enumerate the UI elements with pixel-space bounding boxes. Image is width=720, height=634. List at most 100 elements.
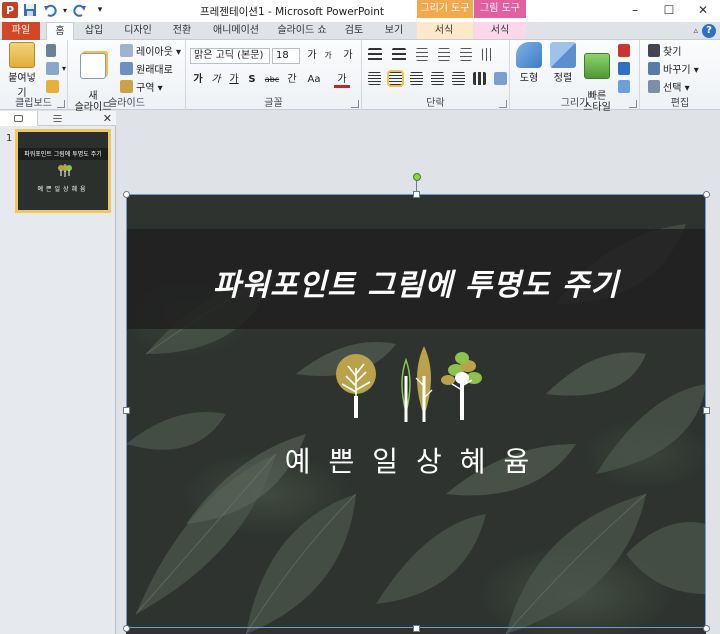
fill-bucket-icon xyxy=(618,44,630,57)
section-label: 구역 ▾ xyxy=(136,83,163,94)
resize-handle-left[interactable] xyxy=(123,407,130,414)
save-icon[interactable] xyxy=(22,2,38,18)
find-button[interactable]: 찾기 xyxy=(648,43,681,58)
tab-review[interactable]: 검토 xyxy=(340,22,368,40)
powerpoint-logo-icon[interactable]: P xyxy=(2,2,18,18)
bullets-icon[interactable] xyxy=(368,48,382,61)
smartart-icon[interactable] xyxy=(494,72,507,85)
decrease-indent-icon[interactable] xyxy=(416,48,428,61)
resize-handle-top-right[interactable] xyxy=(703,191,710,198)
undo-dropdown-icon[interactable]: ▾ xyxy=(62,2,68,18)
arrange-icon xyxy=(550,42,576,68)
reset-button[interactable]: 원래대로 xyxy=(120,61,173,76)
undo-icon[interactable] xyxy=(42,2,58,18)
rotation-handle-icon[interactable] xyxy=(413,173,421,181)
resize-handle-top-left[interactable] xyxy=(123,191,130,198)
clipboard-launcher-icon[interactable] xyxy=(57,100,65,108)
slide-title[interactable]: 파워포인트 그림에 투명도 주기 xyxy=(126,260,706,304)
tab-transitions[interactable]: 전환 xyxy=(168,22,196,40)
tab-picture-format[interactable]: 서식 xyxy=(486,22,514,40)
thumb-subtitle: 예쁜일상혜윰 xyxy=(37,186,89,193)
customize-qat-icon[interactable]: ▾ xyxy=(92,2,108,18)
font-launcher-icon[interactable] xyxy=(351,100,359,108)
clear-format-button[interactable]: 가 xyxy=(340,48,356,64)
paste-button[interactable]: 붙여넣기 xyxy=(4,42,40,99)
close-pane-icon[interactable]: ✕ xyxy=(103,111,112,126)
numbering-icon[interactable] xyxy=(392,48,406,61)
replace-icon xyxy=(648,62,660,75)
minimize-button[interactable]: – xyxy=(618,0,652,20)
justify-icon[interactable] xyxy=(431,72,444,85)
shapes-button[interactable]: 도형 xyxy=(514,42,544,84)
tab-home[interactable]: 홈 xyxy=(46,22,74,41)
replace-button[interactable]: 바꾸기 ▾ xyxy=(648,61,699,76)
text-shadow-button[interactable]: S xyxy=(244,72,260,88)
close-button[interactable]: ✕ xyxy=(686,0,720,20)
new-slide-icon xyxy=(80,53,106,79)
help-icon[interactable]: ? xyxy=(702,24,716,38)
drawing-launcher-icon[interactable] xyxy=(629,100,637,108)
select-button[interactable]: 선택 ▾ xyxy=(648,79,690,94)
slide-canvas[interactable]: 파워포인트 그림에 투명도 주기 예쁜일상혜윰 xyxy=(126,194,706,634)
line-spacing-icon[interactable] xyxy=(460,48,472,61)
change-case-button[interactable]: Aa xyxy=(304,72,324,88)
arrange-button[interactable]: 정렬 xyxy=(548,42,578,84)
align-center-icon[interactable] xyxy=(387,70,404,87)
strikethrough-button[interactable]: abc xyxy=(262,72,282,88)
grow-font-button[interactable]: 가 xyxy=(304,48,320,64)
cut-button[interactable] xyxy=(46,44,56,57)
ribbon-help-area: ▵ ? xyxy=(693,22,716,40)
quick-access-toolbar: P ▾ ▾ xyxy=(2,2,108,18)
font-size-combo[interactable]: 18 xyxy=(272,48,300,64)
outline-tab[interactable] xyxy=(38,111,76,126)
bold-button[interactable]: 가 xyxy=(190,72,206,88)
tab-slideshow[interactable]: 슬라이드 쇼 xyxy=(274,22,330,40)
maximize-button[interactable]: ☐ xyxy=(652,0,686,20)
shape-fill-button[interactable] xyxy=(618,44,630,57)
layout-button[interactable]: 레이아웃 ▾ xyxy=(120,43,181,58)
tab-design[interactable]: 디자인 xyxy=(118,22,158,40)
resize-handle-bottom-left[interactable] xyxy=(123,625,130,632)
resize-handle-right[interactable] xyxy=(703,407,710,414)
tab-drawing-format[interactable]: 서식 xyxy=(430,22,458,40)
underline-button[interactable]: 가 xyxy=(226,72,242,88)
paragraph-launcher-icon[interactable] xyxy=(499,100,507,108)
tab-file[interactable]: 파일 xyxy=(2,22,40,40)
shape-outline-button[interactable] xyxy=(618,62,630,75)
section-button[interactable]: 구역 ▾ xyxy=(120,79,163,94)
tab-insert[interactable]: 삽입 xyxy=(80,22,108,40)
editing-group: 찾기 바꾸기 ▾ 선택 ▾ 편집 xyxy=(640,40,720,110)
resize-handle-bottom-right[interactable] xyxy=(703,625,710,632)
tab-view[interactable]: 보기 xyxy=(380,22,408,40)
collapse-ribbon-icon[interactable]: ▵ xyxy=(693,26,698,36)
align-right-icon[interactable] xyxy=(410,72,423,85)
slide-thumbnail[interactable]: 파워포인트 그림에 투명도 주기 예쁜일상혜윰 xyxy=(15,129,111,213)
tab-animations[interactable]: 애니메이션 xyxy=(206,22,266,40)
font-name-combo[interactable]: 맑은 고딕 (본문) xyxy=(190,48,270,64)
align-left-icon[interactable] xyxy=(368,72,381,85)
italic-button[interactable]: 가 xyxy=(208,72,224,88)
window-controls: – ☐ ✕ xyxy=(618,0,720,20)
slides-tab[interactable] xyxy=(0,110,38,126)
char-spacing-button[interactable]: 간 xyxy=(284,72,300,88)
find-label: 찾기 xyxy=(663,47,682,58)
thumb-title: 파워포인트 그림에 투명도 주기 xyxy=(24,151,102,158)
slide-subtitle[interactable]: 예쁜일상혜윰 xyxy=(126,440,706,480)
distribute-icon[interactable] xyxy=(452,72,465,85)
resize-handle-top[interactable] xyxy=(413,191,420,198)
shrink-font-button[interactable]: 가 xyxy=(320,48,336,64)
title-bar: P ▾ ▾ 프레젠테이션1 - Microsoft PowerPoint 그리기… xyxy=(0,0,720,22)
resize-handle-bottom[interactable] xyxy=(413,625,420,632)
format-painter-button[interactable] xyxy=(46,80,59,93)
increase-indent-icon[interactable] xyxy=(438,48,450,61)
thumb-tree-icon xyxy=(58,164,72,177)
shape-effects-button[interactable] xyxy=(618,80,630,93)
select-label: 선택 ▾ xyxy=(663,83,690,94)
font-color-button[interactable]: 가 xyxy=(334,72,350,88)
copy-button[interactable]: ▾ xyxy=(46,62,66,75)
columns-icon[interactable] xyxy=(473,72,486,85)
ribbon: 붙여넣기 ▾ 클립보드 새 슬라이드 레이아웃 ▾ 원래대로 구역 ▾ 슬라이드… xyxy=(0,40,720,113)
font-group-label: 글꼴 xyxy=(264,98,283,109)
redo-icon[interactable] xyxy=(72,2,88,18)
text-direction-icon[interactable] xyxy=(482,48,494,61)
